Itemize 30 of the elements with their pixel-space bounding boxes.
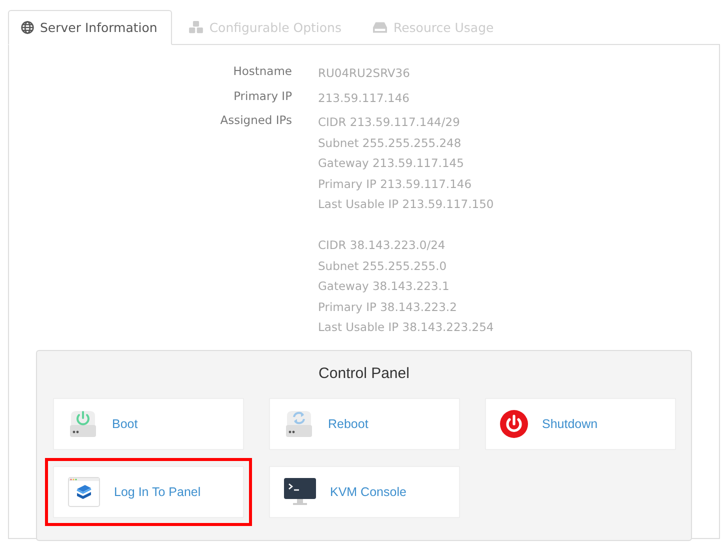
field-value: Primary IP 213.59.117.146 xyxy=(318,176,473,192)
power-icon xyxy=(500,410,528,438)
field-label: Assigned IPs xyxy=(219,112,292,129)
action-button[interactable]: Boot xyxy=(53,398,244,450)
action-button[interactable]: Log In To Panel xyxy=(53,466,244,518)
field-label: Primary IP xyxy=(232,88,292,104)
drive-power-icon xyxy=(68,410,98,438)
field-value: Gateway 213.59.117.145 xyxy=(318,155,465,172)
monitor-terminal-icon xyxy=(284,478,316,506)
field-value: Last Usable IP 38.143.223.254 xyxy=(318,319,495,336)
action-button[interactable]: Reboot xyxy=(269,398,460,450)
field-value: Primary IP 38.143.223.2 xyxy=(318,298,458,316)
action-button[interactable]: KVM Console xyxy=(269,466,460,518)
tab[interactable]: Server Information xyxy=(8,10,172,45)
field-value: Subnet 255.255.255.0 xyxy=(318,258,448,274)
field-value: Last Usable IP 213.59.117.150 xyxy=(318,196,495,213)
control-panel-title: Control Panel xyxy=(318,364,410,382)
field-value: CIDR 38.143.223.0/24 xyxy=(318,237,446,254)
drive-icon xyxy=(373,22,388,33)
field-value: RU04RU2SRV36 xyxy=(318,65,411,82)
action-button[interactable]: Shutdown xyxy=(485,398,676,450)
globe-icon xyxy=(21,21,34,34)
field-value: 213.59.117.146 xyxy=(318,90,410,106)
drive-refresh-icon xyxy=(284,410,314,438)
field-label: Hostname xyxy=(232,63,292,80)
cubes-icon xyxy=(189,21,204,34)
browser-layers-icon xyxy=(68,476,100,506)
field-value: CIDR 213.59.117.144/29 xyxy=(318,114,461,131)
field-value: Subnet 255.255.255.248 xyxy=(318,134,462,152)
field-value: Gateway 38.143.223.1 xyxy=(318,278,450,295)
